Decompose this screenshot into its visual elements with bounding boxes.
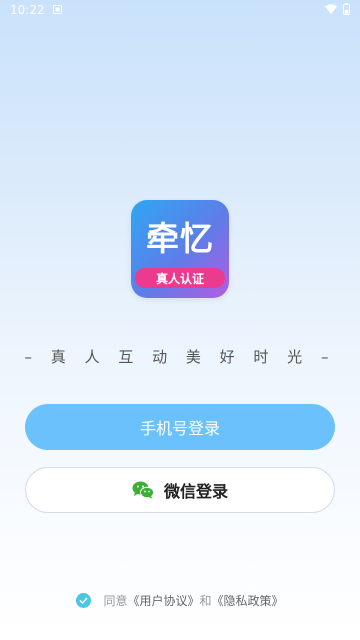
phone-login-button[interactable]: 手机号登录 — [25, 404, 335, 450]
wifi-icon — [325, 3, 337, 17]
status-bar: 10:22 — [0, 0, 360, 20]
agreement-and: 和 — [199, 594, 212, 608]
phone-login-label: 手机号登录 — [139, 419, 220, 438]
logo-badge: 真人认证 — [135, 268, 225, 288]
status-left: 10:22 — [10, 3, 62, 17]
slogan: – 真 人 互 动 美 好 时 光 – — [24, 348, 336, 366]
agreement-prefix: 同意 — [103, 594, 128, 608]
agreement-checkbox[interactable] — [76, 593, 92, 608]
notification-icon — [52, 3, 62, 17]
wechat-icon — [132, 481, 154, 499]
app-logo: 牵忆 真人认证 — [131, 200, 229, 298]
agreement: 同意 《用户协议》 和 《隐私政策》 — [0, 592, 360, 609]
user-agreement-link[interactable]: 《用户协议》 — [127, 592, 199, 609]
wechat-login-button[interactable]: 微信登录 — [25, 467, 335, 513]
privacy-policy-link[interactable]: 《隐私政策》 — [212, 592, 284, 609]
status-right — [325, 2, 350, 18]
wechat-login-label: 微信登录 — [163, 482, 228, 501]
logo-title: 牵忆 — [146, 219, 214, 258]
battery-icon — [343, 2, 350, 18]
status-time: 10:22 — [10, 3, 45, 17]
